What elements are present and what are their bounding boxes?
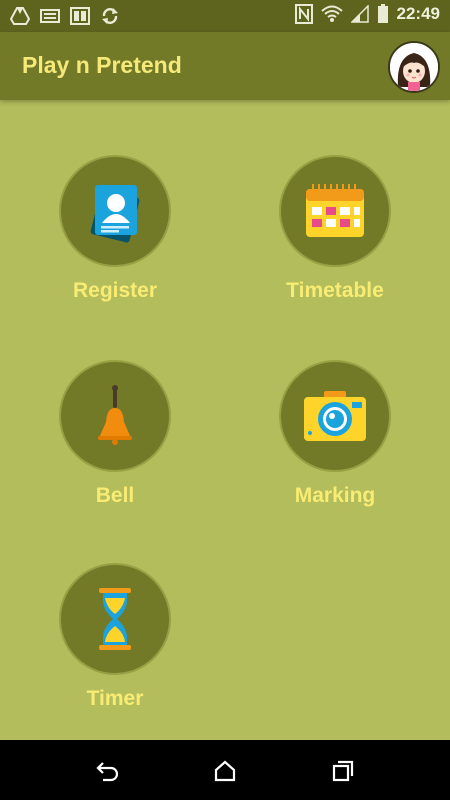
tile-label-bell: Bell — [95, 484, 135, 507]
tile-label-timer: Timer — [86, 687, 144, 710]
register-card-icon — [90, 185, 140, 243]
tile-label-marking: Marking — [294, 484, 376, 507]
app-bar: Play n Pretend — [0, 32, 450, 100]
tile-bell[interactable]: Bell — [30, 360, 200, 508]
tile-label-timetable: Timetable — [286, 279, 384, 302]
timetable-button[interactable] — [279, 155, 391, 267]
tile-label-register: Register — [72, 279, 158, 302]
tile-marking[interactable]: Marking — [250, 360, 420, 508]
navigation-bar — [0, 740, 450, 800]
keyboard-icon — [40, 9, 60, 23]
tile-timetable[interactable]: Timetable — [250, 155, 420, 303]
battery-icon — [377, 4, 388, 23]
back-icon[interactable] — [95, 758, 121, 784]
hourglass-icon — [99, 588, 131, 650]
avatar[interactable] — [388, 41, 440, 93]
status-bar: 22:49 — [0, 0, 450, 32]
wifi-icon — [320, 5, 343, 22]
tile-timer[interactable]: Timer — [30, 563, 200, 711]
status-left-icons — [10, 6, 120, 26]
marking-button[interactable] — [279, 360, 391, 472]
status-right-icons: 22:49 — [294, 4, 440, 24]
calendar-icon — [306, 184, 364, 237]
bell-button[interactable] — [59, 360, 171, 472]
signal-icon — [350, 5, 369, 23]
timer-button[interactable] — [59, 563, 171, 675]
status-time: 22:49 — [396, 4, 440, 23]
tile-register[interactable]: Register — [30, 155, 200, 303]
girl-avatar-icon — [390, 43, 438, 91]
bell-icon — [98, 385, 132, 445]
drive-icon — [10, 7, 30, 25]
app-title: Play n Pretend — [22, 52, 182, 78]
recents-icon[interactable] — [330, 758, 356, 784]
register-button[interactable] — [59, 155, 171, 267]
home-icon[interactable] — [212, 758, 238, 784]
camera-icon — [304, 391, 366, 441]
sync-icon — [102, 8, 118, 24]
book-icon — [70, 7, 90, 25]
nfc-icon — [294, 4, 313, 24]
